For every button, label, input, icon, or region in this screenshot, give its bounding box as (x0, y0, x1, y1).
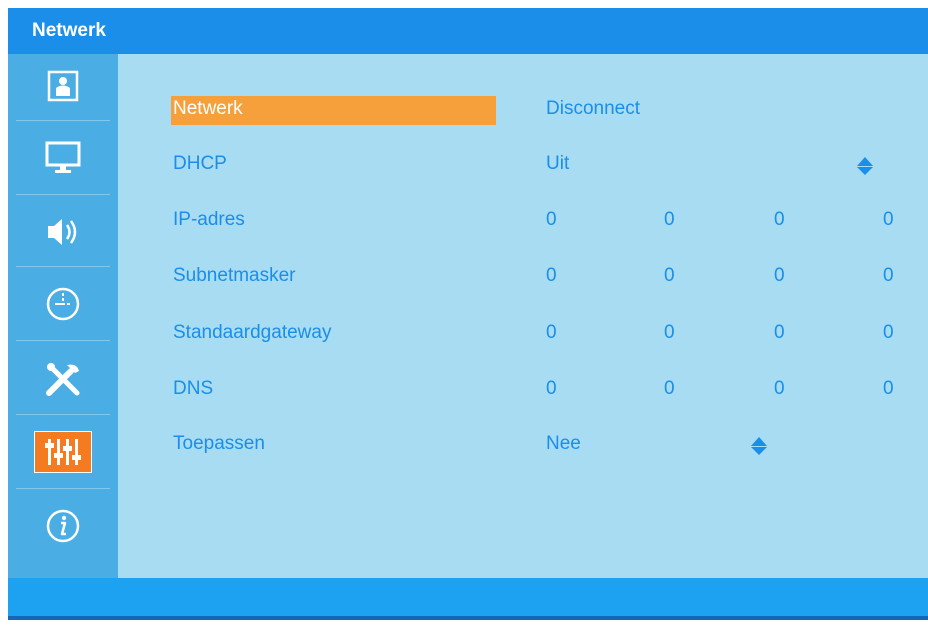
dns-octet-1[interactable]: 0 (546, 378, 557, 400)
gateway-octet-3[interactable]: 0 (774, 322, 785, 344)
menu-row-dhcp[interactable]: DHCP Uit (118, 149, 928, 179)
dns-octet-4[interactable]: 0 (883, 378, 894, 400)
sidebar (8, 54, 118, 578)
page-title: Netwerk (32, 20, 106, 41)
menu-row-apply[interactable]: Toepassen Nee (118, 429, 928, 459)
ip-address-label: IP-adres (173, 209, 245, 230)
active-tab-highlight (34, 430, 92, 473)
sidebar-item-timer[interactable] (8, 272, 118, 335)
subnet-octet-3[interactable]: 0 (774, 265, 785, 287)
gateway-octet-1[interactable]: 0 (546, 322, 557, 344)
sidebar-item-display[interactable] (8, 126, 118, 189)
footer-bar (8, 578, 928, 620)
gateway-label: Standaardgateway (173, 322, 332, 343)
info-icon (46, 509, 80, 542)
subnet-octet-1[interactable]: 0 (546, 265, 557, 287)
osd-menu-window: Netwerk Netwerk Disconnect DHCP Uit IP-a… (8, 8, 928, 620)
menu-row-dns[interactable]: DNS 0 0 0 0 (118, 374, 928, 404)
sidebar-item-picture[interactable] (8, 54, 118, 117)
sidebar-item-setup[interactable] (8, 347, 118, 410)
network-status-value: Disconnect (546, 98, 640, 119)
ip-octet-2[interactable]: 0 (664, 209, 675, 231)
title-bar: Netwerk (8, 8, 928, 54)
tools-icon (46, 362, 80, 396)
dhcp-value: Uit (546, 153, 570, 174)
dhcp-label: DHCP (173, 153, 227, 174)
gateway-octet-2[interactable]: 0 (664, 322, 675, 344)
ip-octet-1[interactable]: 0 (546, 209, 557, 231)
menu-row-network[interactable]: Netwerk Disconnect (118, 94, 928, 125)
menu-row-ip-address[interactable]: IP-adres 0 0 0 0 (118, 205, 928, 235)
ip-octet-3[interactable]: 0 (774, 209, 785, 231)
clock-icon (46, 287, 80, 320)
speaker-icon (48, 218, 77, 245)
dns-octet-2[interactable]: 0 (664, 378, 675, 400)
sidebar-item-info[interactable] (8, 494, 118, 557)
apply-label: Toepassen (173, 433, 265, 454)
apply-value: Nee (546, 433, 581, 454)
menu-row-gateway[interactable]: Standaardgateway 0 0 0 0 (118, 318, 928, 348)
person-icon (47, 70, 79, 101)
sidebar-item-audio[interactable] (8, 200, 118, 263)
subnet-mask-label: Subnetmasker (173, 265, 296, 286)
up-down-arrow-icon[interactable] (750, 436, 768, 456)
up-down-arrow-icon[interactable] (856, 156, 874, 176)
ip-octet-4[interactable]: 0 (883, 209, 894, 231)
menu-row-subnet-mask[interactable]: Subnetmasker 0 0 0 0 (118, 261, 928, 291)
sidebar-item-options[interactable] (8, 420, 118, 483)
gateway-octet-4[interactable]: 0 (883, 322, 894, 344)
monitor-icon (45, 141, 81, 173)
footer-edge (8, 616, 928, 620)
subnet-octet-2[interactable]: 0 (664, 265, 675, 287)
settings-panel: Netwerk Disconnect DHCP Uit IP-adres 0 0… (118, 54, 928, 578)
sliders-icon (45, 438, 81, 465)
dns-label: DNS (173, 378, 214, 399)
dns-octet-3[interactable]: 0 (774, 378, 785, 400)
subnet-octet-4[interactable]: 0 (883, 265, 894, 287)
network-label: Netwerk (173, 98, 243, 119)
